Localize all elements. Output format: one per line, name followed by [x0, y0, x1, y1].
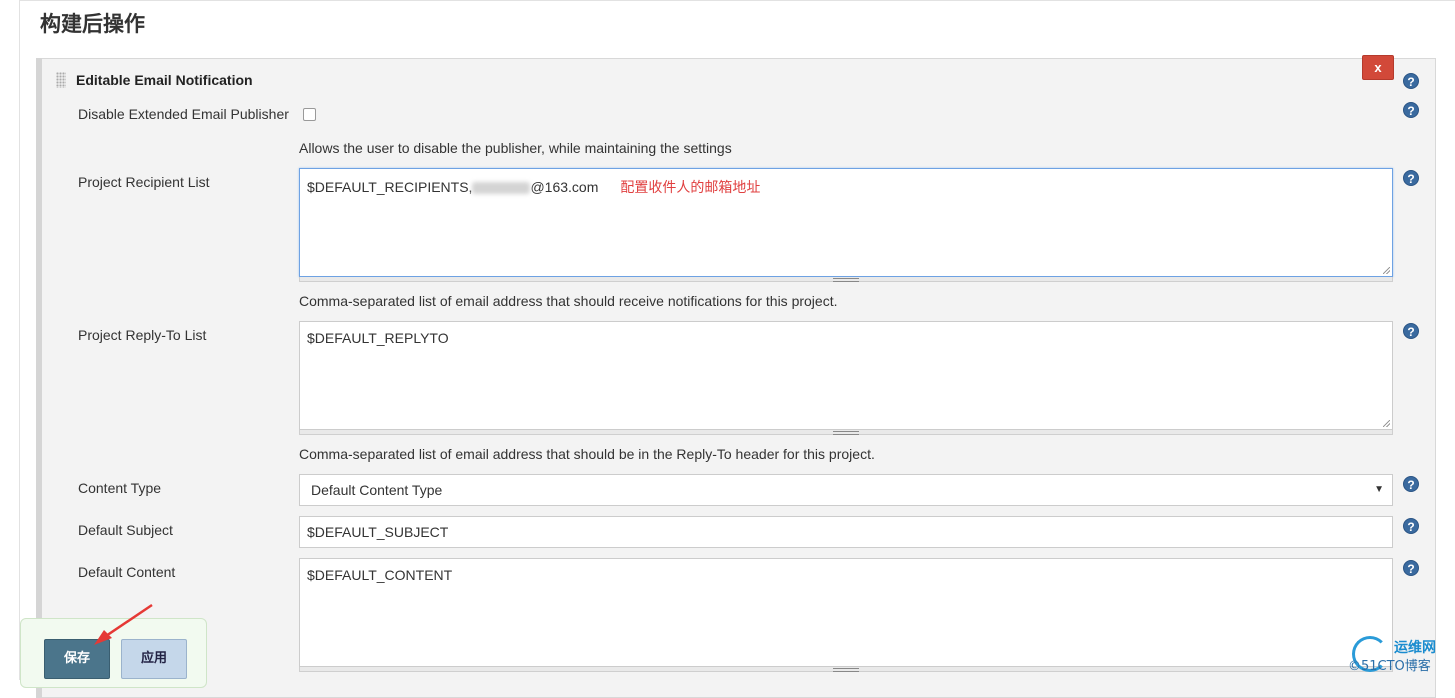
help-icon[interactable]: ?: [1403, 170, 1419, 186]
drag-handle-icon[interactable]: [56, 72, 66, 88]
redacted-email: [472, 182, 531, 195]
watermark-line1: 运维网: [1394, 640, 1436, 656]
divider-vertical: [19, 0, 20, 680]
textarea-resize-bar[interactable]: [299, 667, 1393, 672]
default-content-label: Default Content: [78, 564, 176, 580]
disable-publisher-description: Allows the user to disable the publisher…: [299, 140, 732, 156]
section-title: 构建后操作: [40, 12, 145, 36]
reply-to-label: Project Reply-To List: [78, 327, 207, 343]
default-content-textarea[interactable]: $DEFAULT_CONTENT: [299, 558, 1393, 667]
default-subject-value: $DEFAULT_SUBJECT: [307, 524, 449, 540]
resize-grip-icon[interactable]: [1383, 420, 1390, 427]
default-content-value: $DEFAULT_CONTENT: [307, 567, 453, 583]
dropdown-arrow-icon: ▼: [1374, 484, 1384, 495]
content-type-label: Content Type: [78, 480, 162, 496]
help-icon[interactable]: ?: [1403, 323, 1419, 339]
reply-to-description: Comma-separated list of email address th…: [299, 446, 875, 462]
help-icon[interactable]: ?: [1403, 518, 1419, 534]
recipient-value-suffix: @163.com: [530, 179, 599, 195]
disable-publisher-label: Disable Extended Email Publisher: [78, 106, 289, 122]
annotation-arrow-icon: [94, 603, 153, 645]
help-icon[interactable]: ?: [1403, 560, 1419, 576]
left-gutter: [0, 0, 20, 680]
content-type-select[interactable]: Default Content Type ▼: [299, 474, 1393, 506]
help-icon[interactable]: ?: [1403, 476, 1419, 492]
recipient-annotation: 配置收件人的邮箱地址: [620, 180, 761, 196]
default-subject-input[interactable]: $DEFAULT_SUBJECT: [299, 516, 1393, 548]
panel-title: Editable Email Notification: [76, 72, 253, 88]
default-subject-label: Default Subject: [78, 522, 173, 538]
help-icon[interactable]: ?: [1403, 102, 1419, 118]
textarea-resize-bar[interactable]: [299, 430, 1393, 435]
textarea-resize-bar[interactable]: [299, 277, 1393, 282]
divider-top: [19, 0, 1455, 1]
watermark-line2: ©51CTO博客: [1348, 659, 1431, 674]
content-type-selected: Default Content Type: [311, 482, 443, 498]
recipient-value-prefix: $DEFAULT_RECIPIENTS,: [307, 179, 473, 195]
recipient-list-description: Comma-separated list of email address th…: [299, 293, 838, 309]
help-icon[interactable]: ?: [1403, 73, 1419, 89]
disable-publisher-checkbox[interactable]: [303, 108, 316, 121]
reply-to-value: $DEFAULT_REPLYTO: [307, 330, 449, 346]
resize-grip-icon[interactable]: [1383, 267, 1390, 274]
reply-to-textarea[interactable]: $DEFAULT_REPLYTO: [299, 321, 1393, 430]
panel-left-bar: [36, 58, 42, 698]
recipient-list-label: Project Recipient List: [78, 174, 210, 190]
delete-step-button[interactable]: x: [1362, 55, 1394, 80]
recipient-list-textarea[interactable]: $DEFAULT_RECIPIENTS, @163.com 配置收件人的邮箱地址: [299, 168, 1393, 277]
